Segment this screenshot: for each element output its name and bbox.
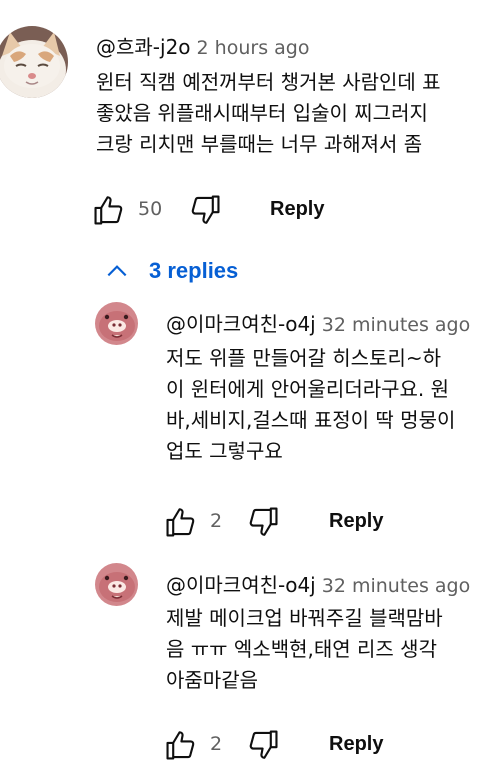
reply-line: 이 윈터에게 안어울리더라구요. 원 — [166, 377, 450, 401]
comment-timestamp[interactable]: 2 hours ago — [197, 37, 310, 59]
comment-line: 크랑 리치맨 부를때는 너무 과해져서 좀 — [96, 132, 423, 156]
reply-like-button[interactable] — [164, 728, 198, 762]
reply-avatar[interactable] — [95, 563, 138, 606]
comment-line: 좋았음 위플래시때부터 입술이 찌그러지 — [96, 101, 428, 125]
reply-dislike-button[interactable] — [246, 728, 280, 762]
comment-author[interactable]: @흐콰-j2o — [96, 35, 191, 59]
reply-like-count: 2 — [210, 510, 223, 532]
thumbs-down-icon — [191, 195, 220, 224]
comment-body: 윈터 직캠 예전꺼부터 챙거본 사람인데 표 좋았음 위플래시때부터 입술이 찌… — [96, 67, 441, 160]
pig-avatar-icon — [95, 563, 138, 606]
reply-avatar[interactable] — [95, 302, 138, 345]
cat-avatar-icon — [0, 26, 68, 98]
reply-line: 저도 위플 만들어갈 히스토리~하 — [166, 346, 442, 370]
reply-like-button[interactable] — [164, 505, 198, 539]
reply-author[interactable]: @이마크여친-o4j — [166, 573, 316, 597]
reply-like-count: 2 — [210, 733, 223, 755]
reply-timestamp[interactable]: 32 minutes ago — [322, 314, 471, 336]
reply-line: 제발 메이크업 바꿔주길 블랙맘바 — [166, 606, 443, 630]
reply-timestamp[interactable]: 32 minutes ago — [322, 575, 471, 597]
chevron-up-icon — [107, 265, 127, 277]
comment-line: 윈터 직캠 예전꺼부터 챙거본 사람인데 표 — [96, 70, 441, 94]
thumbs-down-icon — [249, 507, 278, 536]
thumbs-up-icon — [166, 731, 195, 760]
reply-button[interactable]: Reply — [270, 198, 324, 221]
reply-line: 바,세비지,걸스때 표정이 딱 멍뭉이 — [166, 408, 456, 432]
replies-count: 3 replies — [149, 258, 239, 283]
thumbs-up-icon — [94, 196, 123, 225]
reply-line: 업도 그렇구요 — [166, 439, 283, 463]
comment-header: @흐콰-j2o 2 hours ago — [96, 31, 309, 60]
thumbs-down-icon — [249, 730, 278, 759]
commenter-avatar[interactable] — [0, 26, 68, 98]
reply-line: 아줌마같음 — [166, 668, 258, 692]
reply-line: 음 ㅠㅠ 엑소백현,태연 리즈 생각 — [166, 637, 437, 661]
thumbs-up-icon — [166, 508, 195, 537]
dislike-button[interactable] — [188, 193, 222, 227]
reply-reply-button[interactable]: Reply — [329, 510, 383, 533]
like-button[interactable] — [92, 193, 126, 227]
reply-author[interactable]: @이마크여친-o4j — [166, 312, 316, 336]
reply-header: @이마크여친-o4j 32 minutes ago — [166, 569, 470, 598]
pig-avatar-icon — [95, 302, 138, 345]
reply-header: @이마크여친-o4j 32 minutes ago — [166, 308, 470, 337]
reply-dislike-button[interactable] — [246, 505, 280, 539]
reply-body: 제발 메이크업 바꿔주길 블랙맘바 음 ㅠㅠ 엑소백현,태연 리즈 생각 아줌마… — [166, 603, 443, 696]
like-count: 50 — [138, 198, 163, 220]
reply-body: 저도 위플 만들어갈 히스토리~하 이 윈터에게 안어울리더라구요. 원 바,세… — [166, 343, 455, 467]
replies-toggle[interactable]: 3 replies — [104, 256, 238, 286]
